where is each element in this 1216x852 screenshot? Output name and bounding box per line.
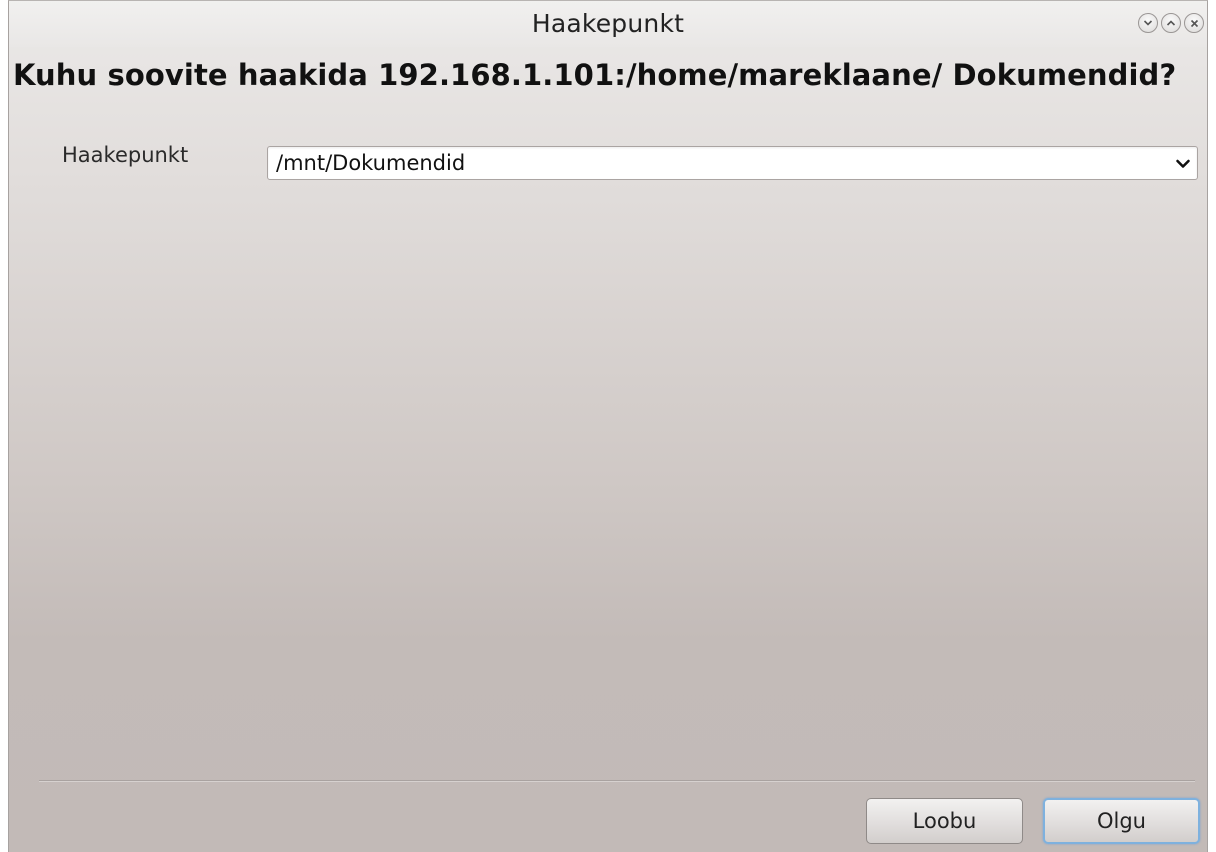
chevron-down-icon: [1143, 19, 1153, 27]
mountpoint-dialog-window: Haakepunkt Kuhu soovite haakida 192.168.…: [8, 0, 1208, 852]
minimize-button[interactable]: [1138, 13, 1158, 33]
mount-question-heading: Kuhu soovite haakida 192.168.1.101:/home…: [13, 58, 1177, 92]
cancel-button[interactable]: Loobu: [866, 798, 1023, 844]
close-icon: [1190, 19, 1199, 28]
chevron-down-icon[interactable]: [1175, 156, 1191, 170]
mountpoint-value: /mnt/Dokumendid: [276, 151, 466, 175]
mountpoint-label: Haakepunkt: [62, 143, 189, 167]
close-button[interactable]: [1184, 13, 1204, 33]
button-area-separator: [39, 780, 1195, 782]
maximize-button[interactable]: [1161, 13, 1181, 33]
window-title: Haakepunkt: [531, 9, 685, 38]
chevron-up-icon: [1166, 19, 1176, 27]
mountpoint-combobox[interactable]: /mnt/Dokumendid: [267, 146, 1198, 180]
ok-button[interactable]: Olgu: [1043, 798, 1200, 844]
window-titlebar[interactable]: Haakepunkt: [9, 1, 1207, 47]
